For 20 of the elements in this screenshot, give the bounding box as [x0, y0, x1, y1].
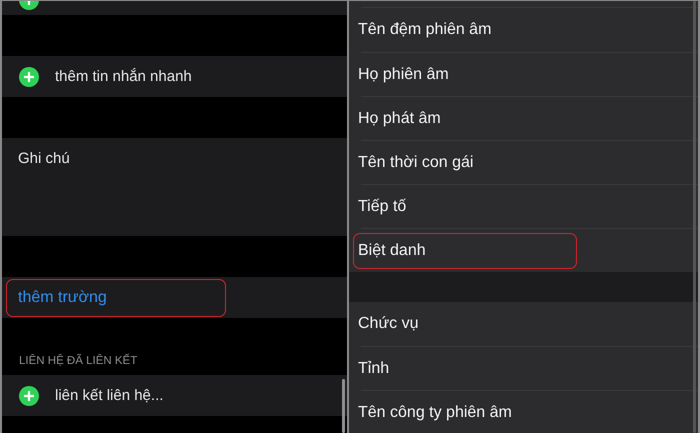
section-header: LIÊN HỆ ĐÃ LIÊN KẾT: [19, 355, 138, 367]
field-option[interactable]: Tên đệm phiên âm: [353, 12, 577, 48]
link-contact-row[interactable]: liên kết liên hệ...: [2, 375, 347, 416]
notes-label: Ghi chú: [18, 150, 70, 167]
add-quick-reply-row[interactable]: thêm tin nhắn nhanh: [2, 56, 347, 97]
row-label: liên kết liên hệ...: [55, 387, 164, 404]
field-option[interactable]: Chức vụ: [353, 306, 577, 342]
notes-field[interactable]: Ghi chú: [2, 138, 347, 236]
scrollbar: [342, 379, 345, 433]
field-option[interactable]: Tiếp tố: [353, 188, 577, 224]
field-option[interactable]: Tên thời con gái: [353, 144, 577, 180]
add-field-button[interactable]: thêm trường: [6, 278, 226, 316]
field-option[interactable]: Họ phát âm: [353, 100, 577, 136]
field-option[interactable]: Họ phiên âm: [353, 56, 577, 92]
field-option[interactable]: Biệt danh: [353, 232, 577, 268]
field-option[interactable]: Tên công ty phiên âm: [353, 394, 577, 430]
field-option[interactable]: Tỉnh: [353, 350, 577, 386]
add-icon[interactable]: [19, 386, 39, 406]
add-icon[interactable]: [19, 66, 39, 86]
row-label: thêm tin nhắn nhanh: [55, 68, 192, 85]
